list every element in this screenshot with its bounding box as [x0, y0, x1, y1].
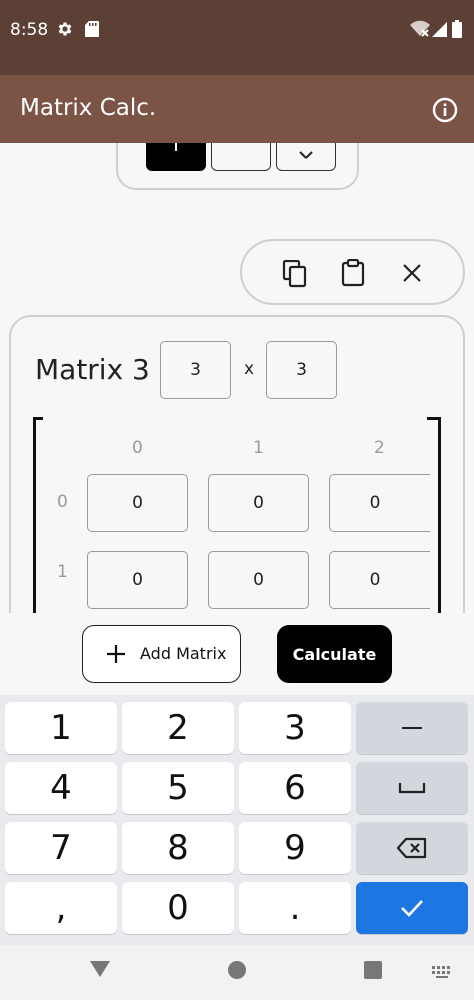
- paste-icon[interactable]: [341, 258, 365, 291]
- add-matrix-label: Add Matrix: [140, 644, 227, 663]
- left-bracket: [33, 417, 43, 613]
- rows-input[interactable]: 3: [160, 341, 231, 399]
- matrix-cell[interactable]: 0: [87, 474, 188, 532]
- row-header: 0: [57, 492, 68, 512]
- matrix-cell[interactable]: 0: [208, 551, 309, 609]
- matrix-cell[interactable]: 0: [329, 474, 430, 532]
- previous-matrix-button-2[interactable]: [211, 143, 271, 171]
- matrix-cell[interactable]: 0: [329, 551, 430, 609]
- dimension-separator: x: [244, 359, 255, 379]
- key-enter[interactable]: [356, 882, 468, 934]
- add-matrix-button[interactable]: Add Matrix: [82, 625, 241, 683]
- key-1[interactable]: 1: [5, 702, 117, 754]
- minus-icon: [402, 727, 422, 729]
- key-comma[interactable]: ,: [5, 882, 117, 934]
- key-minus[interactable]: [356, 702, 468, 754]
- backspace-icon: [397, 837, 427, 859]
- matrix-cell[interactable]: 0: [208, 474, 309, 532]
- keyboard-switch-icon[interactable]: [432, 965, 454, 984]
- key-4[interactable]: 4: [5, 762, 117, 814]
- app-title: Matrix Calc.: [20, 95, 157, 121]
- previous-close-button[interactable]: [276, 143, 336, 171]
- copy-icon[interactable]: [282, 259, 308, 292]
- key-8[interactable]: 8: [122, 822, 234, 874]
- numeric-keyboard: 1 2 3 4 5 6 7 8 9 , 0 .: [0, 695, 474, 945]
- settings-gear-icon: [56, 20, 74, 42]
- plus-icon: [106, 644, 126, 668]
- key-9[interactable]: 9: [239, 822, 351, 874]
- matrix-card: Matrix 3 3 x 3 0 1 2 0 1 0 0 0 0 0 0: [9, 315, 465, 613]
- battery-icon: [452, 20, 462, 42]
- column-header: 0: [132, 438, 143, 458]
- row-header: 1: [57, 562, 68, 582]
- info-icon[interactable]: [432, 97, 458, 127]
- back-nav-icon[interactable]: [89, 960, 111, 982]
- key-backspace[interactable]: [356, 822, 468, 874]
- matrix-cell[interactable]: 0: [87, 551, 188, 609]
- key-2[interactable]: 2: [122, 702, 234, 754]
- check-icon: [401, 900, 423, 917]
- column-header: 2: [374, 438, 385, 458]
- calculate-label: Calculate: [292, 644, 377, 664]
- previous-card: [116, 143, 359, 190]
- matrix-title: Matrix 3: [35, 353, 150, 386]
- action-bar: Add Matrix Calculate: [0, 613, 474, 695]
- wifi-off-icon: [410, 20, 430, 42]
- cols-input[interactable]: 3: [266, 341, 337, 399]
- calculate-button[interactable]: Calculate: [277, 625, 392, 683]
- close-icon[interactable]: [402, 263, 422, 287]
- matrix-toolbar: [240, 239, 465, 305]
- status-bar: 8:58: [0, 0, 474, 75]
- navigation-bar: [0, 945, 474, 1000]
- home-nav-icon[interactable]: [227, 960, 247, 984]
- key-period[interactable]: .: [239, 882, 351, 934]
- app-bar: Matrix Calc.: [0, 75, 474, 143]
- cell-signal-icon: [432, 20, 448, 42]
- sd-card-icon: [84, 20, 100, 42]
- space-icon: [398, 783, 426, 794]
- key-5[interactable]: 5: [122, 762, 234, 814]
- key-7[interactable]: 7: [5, 822, 117, 874]
- status-time: 8:58: [10, 20, 49, 40]
- recents-nav-icon[interactable]: [364, 961, 382, 983]
- matrix-content[interactable]: Matrix 3 3 x 3 0 1 2 0 1 0 0 0 0 0 0: [0, 143, 474, 613]
- key-6[interactable]: 6: [239, 762, 351, 814]
- column-header: 1: [253, 438, 264, 458]
- key-0[interactable]: 0: [122, 882, 234, 934]
- key-3[interactable]: 3: [239, 702, 351, 754]
- key-space[interactable]: [356, 762, 468, 814]
- previous-matrix-button[interactable]: [146, 143, 206, 171]
